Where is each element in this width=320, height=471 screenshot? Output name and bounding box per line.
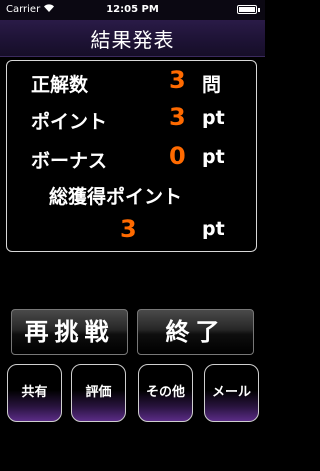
bonus-label: ボーナス xyxy=(31,150,108,172)
retry-button[interactable]: 再挑戦 xyxy=(11,309,128,355)
bonus-value: 0 xyxy=(169,142,186,170)
points-label: ポイント xyxy=(31,111,108,133)
result-screen: Carrier 12:05 PM 結果発表 正解数 3 問 ポイント 3 pt … xyxy=(0,0,265,471)
bonus-unit: pt xyxy=(202,146,225,168)
battery-tip xyxy=(258,8,260,12)
points-value: 3 xyxy=(169,103,186,131)
total-points-value: 3 xyxy=(120,215,137,243)
status-time: 12:05 PM xyxy=(106,4,159,15)
status-bar: Carrier 12:05 PM xyxy=(0,0,265,20)
results-panel: 正解数 3 問 ポイント 3 pt ボーナス 0 pt 総獲得ポイント 3 pt xyxy=(6,60,257,252)
page-title: 結果発表 xyxy=(90,28,175,52)
other-button[interactable]: その他 xyxy=(138,364,193,422)
share-button[interactable]: 共有 xyxy=(7,364,62,422)
title-bar: 結果発表 xyxy=(0,20,265,57)
total-points-label: 総獲得ポイント xyxy=(49,186,183,208)
points-unit: pt xyxy=(202,107,225,129)
correct-count-label: 正解数 xyxy=(31,74,89,96)
mail-button[interactable]: メール xyxy=(204,364,259,422)
finish-button[interactable]: 終了 xyxy=(137,309,254,355)
correct-count-value: 3 xyxy=(169,66,186,94)
correct-count-unit: 問 xyxy=(202,74,222,96)
battery-icon xyxy=(237,5,257,14)
total-points-unit: pt xyxy=(202,218,225,240)
rate-button[interactable]: 評価 xyxy=(71,364,126,422)
